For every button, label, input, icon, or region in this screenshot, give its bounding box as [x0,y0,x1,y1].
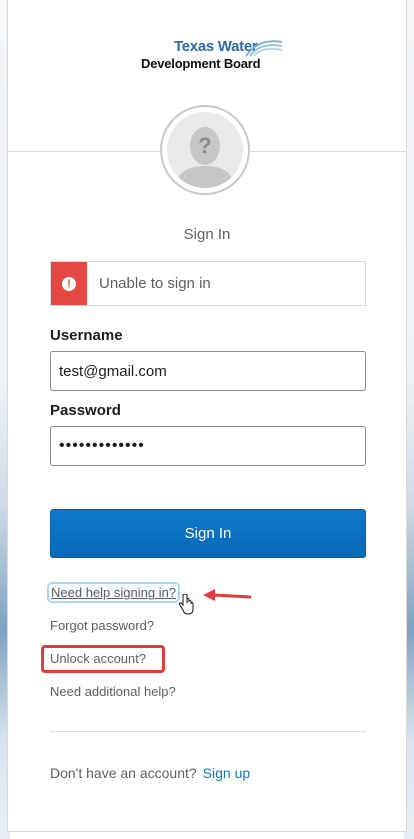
red-arrow-annotation-icon [203,589,252,601]
sign-up-link[interactable]: Sign up [203,765,250,781]
signup-row: Don't have an account? Sign up [50,765,250,781]
login-card: Texas Water Development Board ? Sign In … [7,0,407,832]
error-message: Unable to sign in [99,275,211,292]
password-value: ••••••••••••• [59,437,145,454]
page-title: Sign In [183,226,231,243]
need-help-link[interactable]: Need help signing in? [46,582,181,603]
avatar: ? [160,105,250,195]
password-label: Password [50,402,121,419]
svg-text:?: ? [198,133,211,158]
logo-line2: Development Board [141,56,261,71]
password-input[interactable]: ••••••••••••• [50,426,366,466]
hand-cursor-icon [178,594,194,615]
username-input[interactable]: test@gmail.com [50,351,366,391]
unlock-account-link[interactable]: Unlock account? [50,651,146,666]
signup-prompt: Don't have an account? [50,765,197,781]
wave-logo-icon [245,40,283,57]
username-value: test@gmail.com [59,362,167,380]
additional-help-link[interactable]: Need additional help? [50,684,176,699]
user-placeholder-icon: ? [167,112,243,188]
sign-in-button[interactable]: Sign In [50,509,366,558]
error-icon-container: ! [51,262,87,305]
error-icon: ! [62,276,76,291]
forgot-password-link[interactable]: Forgot password? [50,618,154,633]
error-banner: ! Unable to sign in [50,261,366,306]
brand-logo: Texas Water Development Board [134,36,284,80]
footer-divider [50,731,366,732]
username-label: Username [50,327,123,344]
